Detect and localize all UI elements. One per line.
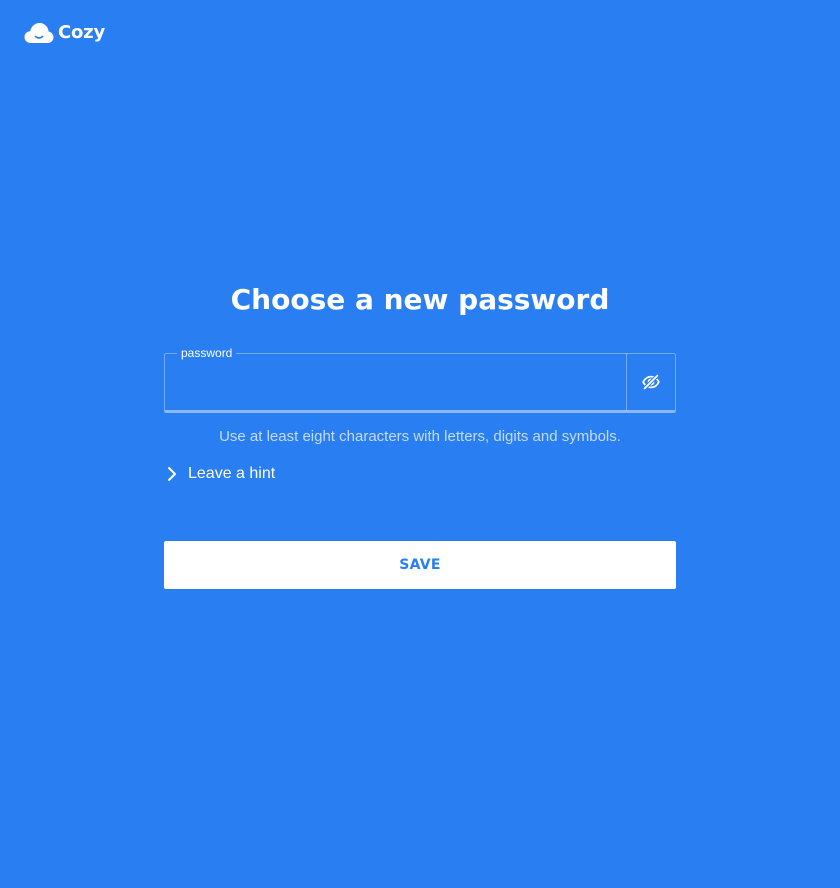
page-title: Choose a new password (230, 283, 610, 316)
save-button[interactable]: SAVE (164, 541, 676, 589)
password-input[interactable] (164, 353, 626, 410)
chevron-right-icon (168, 467, 176, 481)
password-field: password (164, 345, 676, 413)
brand-logo: Cozy (24, 20, 105, 46)
brand-name: Cozy (58, 22, 105, 43)
cloud-smile-icon (24, 23, 54, 43)
password-help-text: Use at least eight characters with lette… (219, 428, 621, 445)
leave-hint-toggle[interactable]: Leave a hint (162, 462, 275, 486)
leave-hint-label: Leave a hint (188, 465, 276, 482)
toggle-password-visibility-button[interactable] (627, 353, 675, 411)
eye-off-icon (642, 373, 660, 391)
